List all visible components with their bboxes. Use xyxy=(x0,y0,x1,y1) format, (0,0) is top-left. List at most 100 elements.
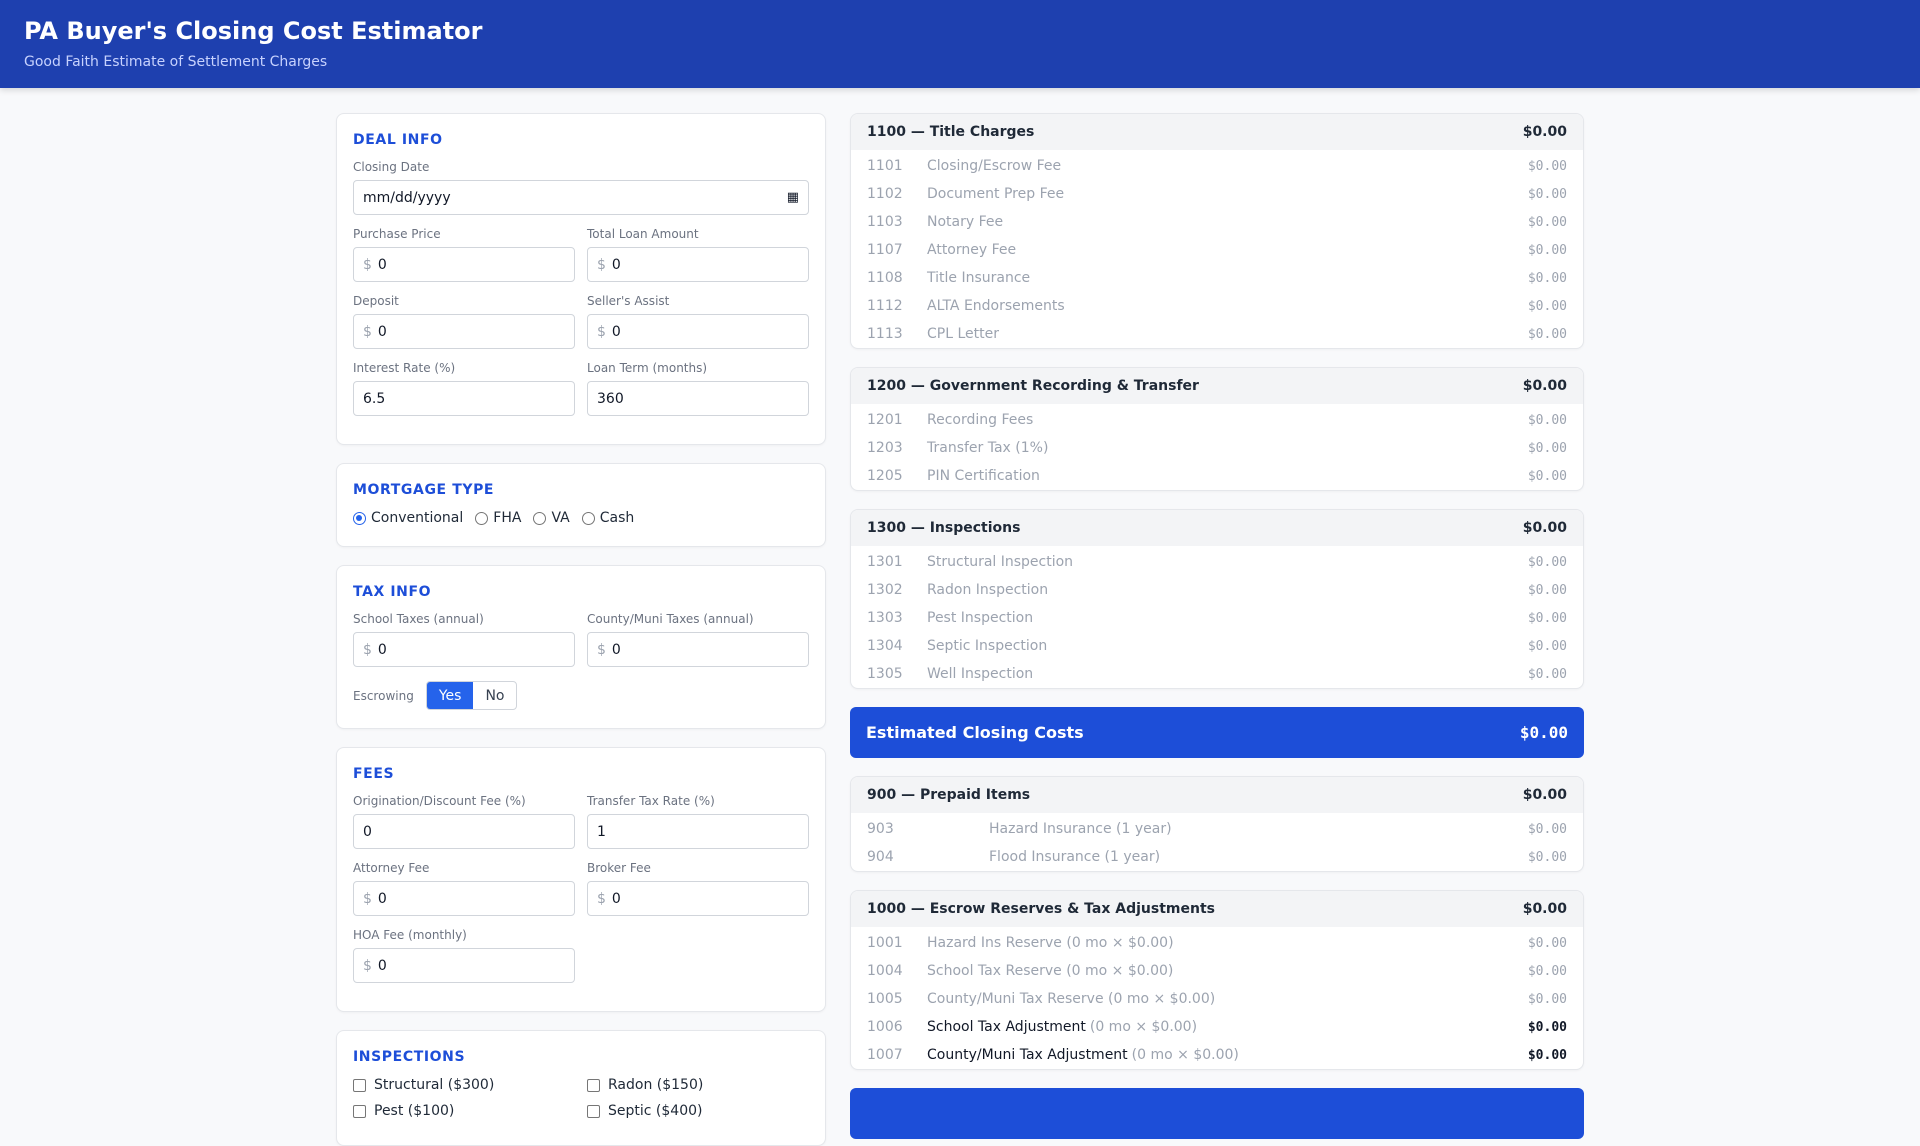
line-code: 1205 xyxy=(867,468,903,484)
currency-prefix: $ xyxy=(363,323,372,340)
calendar-icon[interactable]: ▦ xyxy=(787,190,799,205)
line-code: 1107 xyxy=(867,242,903,258)
line-amount: $0.00 xyxy=(1527,186,1567,202)
inspection-checkbox[interactable]: Radon ($150) xyxy=(587,1077,809,1093)
number-input[interactable]: $0 xyxy=(353,881,575,916)
checkbox[interactable] xyxy=(353,1078,366,1092)
line-code: 1006 xyxy=(867,1019,903,1035)
section-title: 1000 — Escrow Reserves & Tax Adjustments xyxy=(867,901,1215,917)
line-code: 904 xyxy=(867,849,894,865)
input-value: 0 xyxy=(611,256,621,273)
field-label: Loan Term (months) xyxy=(587,361,708,375)
checkbox-label: Radon ($150) xyxy=(608,1077,704,1093)
mortgage-radio-conventional[interactable]: Conventional xyxy=(353,510,463,526)
currency-prefix: $ xyxy=(363,256,372,273)
line-amount: $0.00 xyxy=(1527,666,1567,682)
line-amount: $0.00 xyxy=(1527,242,1567,258)
closing-date-input[interactable]: mm/dd/yyyy ▦ xyxy=(353,180,809,215)
number-input[interactable]: $0 xyxy=(353,314,575,349)
number-input[interactable]: 6.5 xyxy=(353,381,575,416)
field-label: School Taxes (annual) xyxy=(353,612,484,626)
deal-info-card: DEAL INFO Closing Date mm/dd/yyyy ▦ Purch… xyxy=(336,113,826,445)
field-group: County/Muni Taxes (annual) $0 xyxy=(587,612,809,667)
line-code: 1007 xyxy=(867,1047,903,1063)
line-label: Document Prep Fee xyxy=(927,186,1065,202)
line-label: Transfer Tax (1%) xyxy=(927,440,1049,456)
line-detail: (0 mo × $0.00) xyxy=(1131,1047,1239,1063)
number-input[interactable]: 0 xyxy=(353,814,575,849)
inspection-checkbox[interactable]: Pest ($100) xyxy=(353,1103,575,1119)
field-group: School Taxes (annual) $0 xyxy=(353,612,575,667)
currency-prefix: $ xyxy=(363,957,372,974)
line-code: 1304 xyxy=(867,638,903,654)
insp-section: 1300 — Inspections $0.00 1301 Structural … xyxy=(850,509,1584,689)
number-input[interactable]: 1 xyxy=(587,814,809,849)
line-item: 1101 Closing/Escrow Fee $0.00 xyxy=(851,152,1583,180)
escrowing-yes-button[interactable]: Yes xyxy=(426,682,474,709)
field-group: Seller's Assist $0 xyxy=(587,294,809,349)
currency-prefix: $ xyxy=(597,256,606,273)
page-title: PA Buyer's Closing Cost Estimator xyxy=(24,17,483,45)
radio-label: VA xyxy=(551,510,570,526)
line-item: 1305 Well Inspection $0.00 xyxy=(851,660,1583,688)
closing-date-label: Closing Date xyxy=(353,160,430,174)
number-input[interactable]: $0 xyxy=(353,632,575,667)
number-input[interactable]: $0 xyxy=(587,632,809,667)
line-amount: $0.00 xyxy=(1527,821,1567,837)
checkbox[interactable] xyxy=(587,1078,600,1092)
line-label: Structural Inspection xyxy=(927,554,1074,570)
radio-button[interactable] xyxy=(475,511,489,525)
line-item: 1103 Notary Fee $0.00 xyxy=(851,208,1583,236)
line-code: 1004 xyxy=(867,963,903,979)
number-input[interactable]: $0 xyxy=(353,247,575,282)
line-label: County/Muni Tax Reserve (0 mo × $0.00) xyxy=(927,991,1216,1007)
number-input[interactable]: $0 xyxy=(587,881,809,916)
number-input[interactable]: $0 xyxy=(587,247,809,282)
mortgage-radio-va[interactable]: VA xyxy=(533,510,570,526)
escrowing-no-button[interactable]: No xyxy=(473,682,516,709)
line-item: 1203 Transfer Tax (1%) $0.00 xyxy=(851,434,1583,462)
total-label: Estimated Closing Costs xyxy=(866,723,1084,742)
prepaid-section: 900 — Prepaid Items $0.00 903 Hazard Insu… xyxy=(850,776,1584,872)
radio-button[interactable] xyxy=(353,511,366,525)
inspection-checkbox[interactable]: Septic ($400) xyxy=(587,1103,809,1119)
currency-prefix: $ xyxy=(597,323,606,340)
escrow-section: 1000 — Escrow Reserves & Tax Adjustments… xyxy=(850,890,1584,1070)
line-label: CPL Letter xyxy=(927,326,999,342)
line-item: 1004 School Tax Reserve (0 mo × $0.00) $… xyxy=(851,957,1583,985)
radio-button[interactable] xyxy=(581,511,595,525)
summary-bar xyxy=(850,1088,1584,1139)
line-label: Title Insurance xyxy=(927,270,1031,286)
line-detail: (0 mo × $0.00) xyxy=(1089,1019,1198,1035)
inspection-checkbox[interactable]: Structural ($300) xyxy=(353,1077,575,1093)
date-placeholder: mm/dd/yyyy xyxy=(363,189,451,206)
mortgage-radio-fha[interactable]: FHA xyxy=(475,510,521,526)
line-label: Recording Fees xyxy=(927,412,1034,428)
checkbox[interactable] xyxy=(587,1104,600,1118)
number-input[interactable]: $0 xyxy=(587,314,809,349)
line-label: Pest Inspection xyxy=(927,610,1034,626)
radio-button[interactable] xyxy=(533,511,547,525)
input-value: 1 xyxy=(597,823,606,840)
line-code: 1005 xyxy=(867,991,903,1007)
line-label: PIN Certification xyxy=(927,468,1040,484)
input-value: 0 xyxy=(377,323,387,340)
line-label: Septic Inspection xyxy=(927,638,1048,654)
checkbox[interactable] xyxy=(353,1104,366,1118)
line-label: Well Inspection xyxy=(927,666,1034,682)
number-input[interactable]: $0 xyxy=(353,948,575,983)
currency-prefix: $ xyxy=(597,641,606,658)
estimated-closing-costs-bar: Estimated Closing Costs $0.00 xyxy=(850,707,1584,758)
line-item: 1001 Hazard Ins Reserve (0 mo × $0.00) $… xyxy=(851,929,1583,957)
section-title: 1200 — Government Recording & Transfer xyxy=(867,378,1199,394)
input-value: 0 xyxy=(377,641,387,658)
line-label: Hazard Ins Reserve (0 mo × $0.00) xyxy=(927,935,1174,951)
escrowing-label: Escrowing xyxy=(353,688,414,703)
line-item: 1303 Pest Inspection $0.00 xyxy=(851,604,1583,632)
mortgage-radio-cash[interactable]: Cash xyxy=(581,510,634,526)
number-input[interactable]: 360 xyxy=(587,381,809,416)
line-label: County/Muni Tax Adjustment xyxy=(927,1047,1128,1063)
input-value: 0 xyxy=(611,641,621,658)
line-amount: $0.00 xyxy=(1527,935,1567,951)
escrowing-toggle[interactable]: Yes No xyxy=(425,681,518,710)
